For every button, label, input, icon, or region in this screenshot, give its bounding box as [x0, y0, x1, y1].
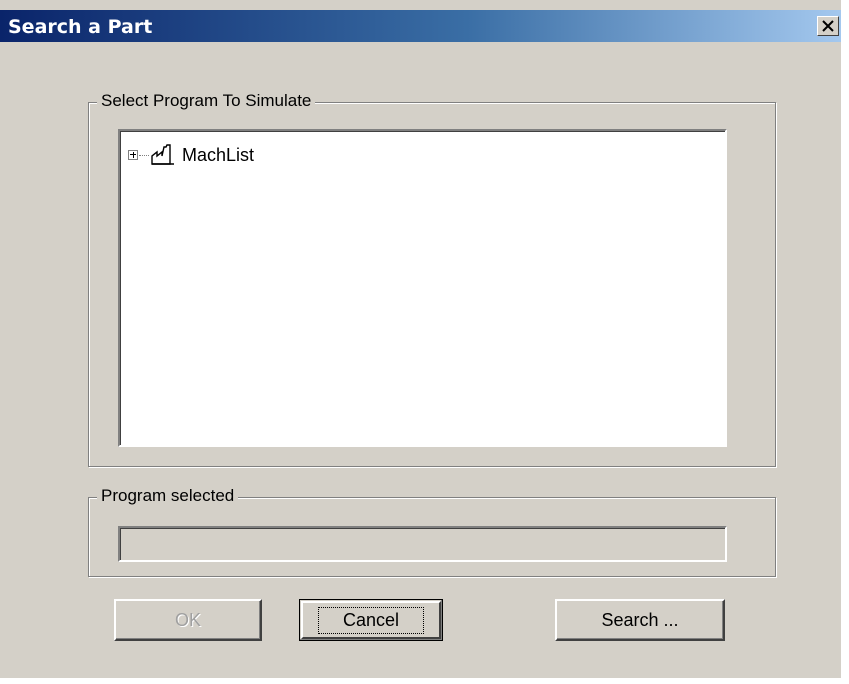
window-edge-bottom [0, 678, 849, 684]
factory-icon [151, 144, 174, 165]
program-tree[interactable]: MachList [118, 129, 727, 447]
tree-connector [139, 154, 149, 156]
dialog-title: Search a Part [8, 16, 153, 38]
program-selected-field [118, 526, 727, 562]
tree-node-label[interactable]: MachList [182, 145, 254, 166]
ok-button-label: OK [174, 609, 201, 630]
window-edge-right [841, 0, 849, 684]
close-icon [822, 20, 834, 32]
search-button[interactable]: Search ... [555, 599, 725, 641]
cancel-button-label: Cancel [317, 606, 425, 634]
program-group-label: Select Program To Simulate [97, 91, 316, 111]
ok-button[interactable]: OK [114, 599, 262, 641]
selected-group-label: Program selected [97, 486, 239, 506]
close-button[interactable] [817, 16, 839, 36]
cancel-button[interactable]: Cancel [299, 599, 443, 641]
tree-node-machlist[interactable]: MachList [128, 143, 254, 167]
search-button-label: Search ... [601, 609, 679, 630]
search-part-dialog: Search a Part Select Program To Simulate… [0, 0, 849, 684]
expand-icon[interactable] [128, 150, 138, 160]
title-bar[interactable]: Search a Part [0, 10, 849, 42]
